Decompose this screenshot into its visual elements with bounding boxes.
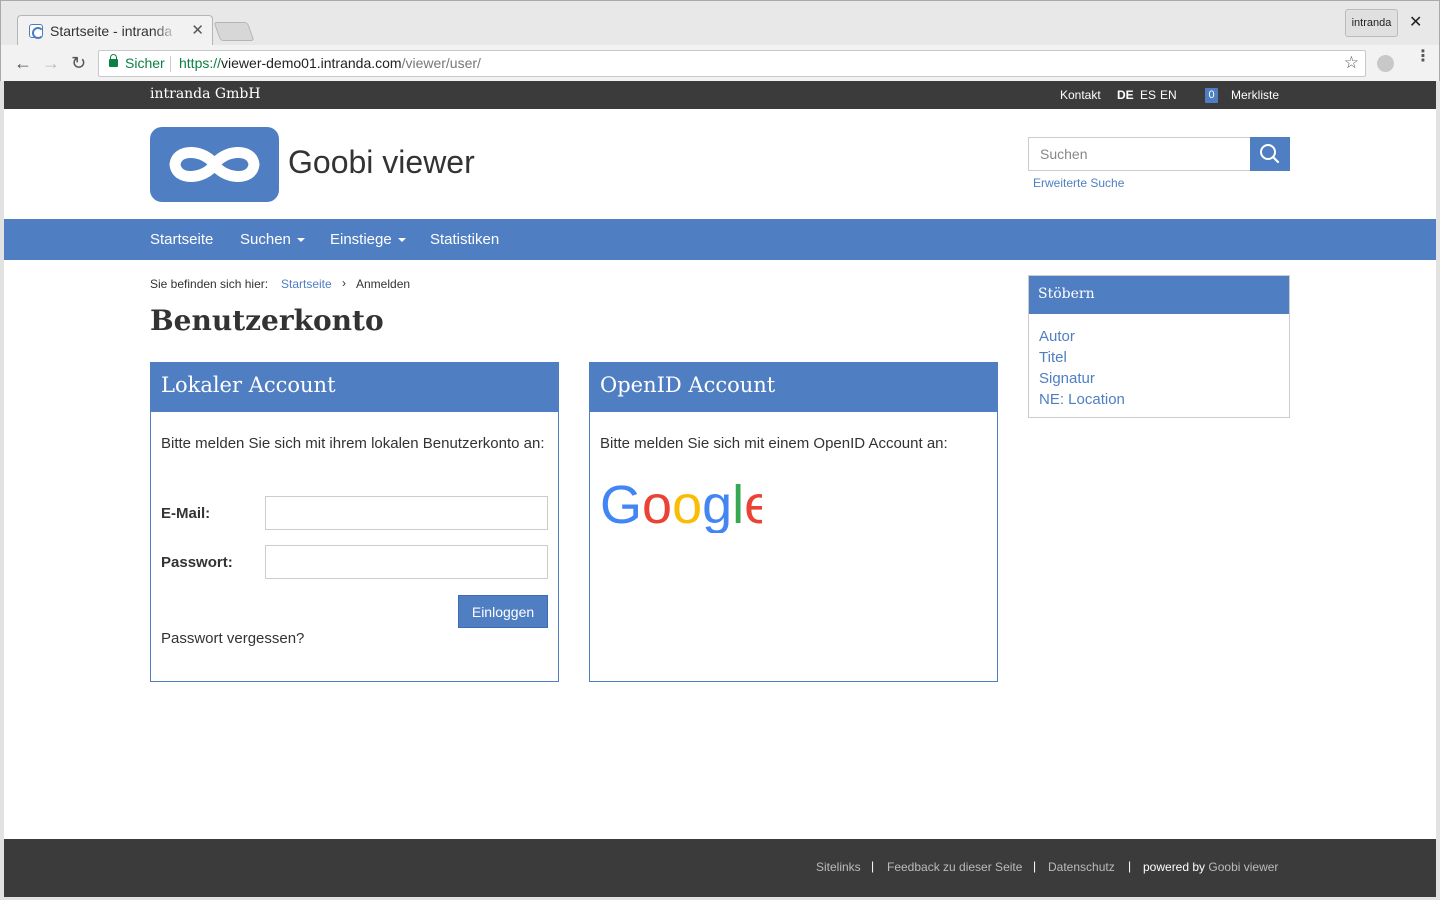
google-login-logo[interactable]: Google	[600, 477, 762, 533]
favicon-icon	[29, 24, 44, 39]
powered-by: powered by Goobi viewer	[1143, 860, 1278, 874]
infinity-icon	[169, 147, 260, 182]
breadcrumb-separator: ›	[342, 276, 346, 290]
browse-item-title[interactable]: Titel	[1039, 347, 1279, 368]
caret-down-icon	[397, 238, 406, 243]
caret-down-icon	[296, 238, 305, 243]
forgot-password-link[interactable]: Passwort vergessen?	[161, 630, 304, 647]
breadcrumb-home-link[interactable]: Startseite	[281, 277, 332, 291]
footer-separator: |	[1128, 859, 1132, 873]
language-en[interactable]: EN	[1160, 88, 1177, 102]
reload-icon[interactable]: ↻	[71, 53, 86, 73]
company-name[interactable]: intranda GmbH	[150, 86, 261, 102]
footer-link-feedback[interactable]: Feedback zu dieser Seite	[887, 860, 1022, 874]
nav-item-label: Einstiege	[330, 231, 392, 248]
footer: Sitelinks | Feedback zu dieser Seite | D…	[4, 839, 1436, 897]
secure-label: Sicher	[125, 55, 165, 71]
url-host: viewer-demo01.intranda.com	[221, 55, 402, 71]
profile-button[interactable]: intranda	[1345, 9, 1398, 37]
page-title: Benutzerkonto	[150, 304, 384, 337]
site-title[interactable]: Goobi viewer	[288, 144, 475, 181]
browse-widget-heading: Stöbern	[1029, 276, 1289, 314]
nav-item-search[interactable]: Suchen	[240, 231, 305, 248]
footer-separator: |	[1033, 859, 1037, 873]
tab-title: Startseite - intranda	[50, 23, 178, 39]
bookmark-count-badge[interactable]: 0	[1205, 88, 1218, 103]
browse-widget: Stöbern Autor Titel Signatur NE: Locatio…	[1028, 275, 1290, 418]
new-tab-button[interactable]	[213, 22, 255, 41]
nav-item-label: Suchen	[240, 231, 291, 248]
nav-item-home[interactable]: Startseite	[150, 231, 213, 248]
search-button[interactable]	[1250, 137, 1290, 171]
nav-item-statistics[interactable]: Statistiken	[430, 231, 499, 248]
powered-by-link[interactable]: Goobi viewer	[1208, 860, 1278, 874]
local-account-heading: Lokaler Account	[151, 363, 558, 412]
footer-link-privacy[interactable]: Datenschutz	[1048, 860, 1115, 874]
breadcrumb-label: Sie befinden sich hier:	[150, 277, 269, 291]
password-field[interactable]	[265, 545, 548, 579]
lock-icon	[109, 54, 118, 67]
forward-icon[interactable]: →	[42, 53, 60, 73]
browser-menu-icon[interactable]: ⋮	[1415, 49, 1431, 65]
address-bar[interactable]: Sicher https://viewer-demo01.intranda.co…	[98, 50, 1366, 77]
local-account-panel: Lokaler Account Bitte melden Sie sich mi…	[150, 362, 559, 682]
top-bar: intranda GmbH Kontakt DE ES EN 0 Merklis…	[4, 81, 1436, 109]
advanced-search-link[interactable]: Erweiterte Suche	[1033, 176, 1124, 190]
local-account-intro: Bitte melden Sie sich mit ihrem lokalen …	[161, 435, 545, 452]
svg-text:Google: Google	[600, 477, 762, 533]
email-label: E-Mail:	[161, 505, 211, 522]
openid-account-intro: Bitte melden Sie sich mit einem OpenID A…	[600, 435, 948, 452]
url-scheme: https://	[179, 55, 222, 71]
language-de[interactable]: DE	[1117, 88, 1134, 102]
contact-link[interactable]: Kontakt	[1060, 88, 1101, 102]
footer-separator: |	[871, 859, 875, 873]
browser-tab[interactable]: Startseite - intranda ✕	[17, 15, 213, 46]
web-page: intranda GmbH Kontakt DE ES EN 0 Merklis…	[4, 81, 1436, 897]
url-text[interactable]: https://viewer-demo01.intranda.com/viewe…	[179, 55, 481, 71]
openid-account-heading: OpenID Account	[590, 363, 997, 412]
window-frame	[1436, 81, 1440, 900]
nav-item-entries[interactable]: Einstiege	[330, 231, 406, 248]
main-navigation: Startseite Suchen Einstiege Statistiken	[4, 219, 1436, 260]
breadcrumb-current: Anmelden	[356, 277, 411, 291]
url-path: /viewer/user/	[401, 55, 481, 71]
browser-toolbar: ← → ↻ Sicher https://viewer-demo01.intra…	[1, 45, 1439, 82]
browser-chrome: Startseite - intranda ✕ intranda ✕ ← → ↻…	[0, 0, 1440, 82]
window-close-icon[interactable]: ✕	[1409, 12, 1422, 32]
bookmark-list-link[interactable]: Merkliste	[1231, 88, 1279, 102]
back-icon[interactable]: ←	[14, 53, 32, 73]
openid-account-panel: OpenID Account Bitte melden Sie sich mit…	[589, 362, 998, 682]
password-label: Passwort:	[161, 554, 233, 571]
browse-list: Autor Titel Signatur NE: Location	[1029, 314, 1289, 422]
browse-item-author[interactable]: Autor	[1039, 326, 1279, 347]
divider	[170, 56, 171, 72]
powered-by-label: powered by	[1143, 860, 1206, 874]
login-button[interactable]: Einloggen	[458, 595, 548, 628]
search-icon	[1260, 144, 1280, 164]
extension-icon[interactable]	[1377, 55, 1394, 72]
search-input[interactable]	[1028, 137, 1251, 171]
logo[interactable]	[150, 127, 279, 202]
browse-item-location[interactable]: NE: Location	[1039, 389, 1279, 410]
email-field[interactable]	[265, 496, 548, 530]
language-es[interactable]: ES	[1140, 88, 1156, 102]
bookmark-star-icon[interactable]: ☆	[1344, 53, 1359, 73]
footer-link-sitelinks[interactable]: Sitelinks	[816, 860, 861, 874]
tab-close-icon[interactable]: ✕	[191, 21, 204, 39]
browse-item-signature[interactable]: Signatur	[1039, 368, 1279, 389]
tab-strip: Startseite - intranda ✕ intranda ✕	[1, 1, 1439, 46]
